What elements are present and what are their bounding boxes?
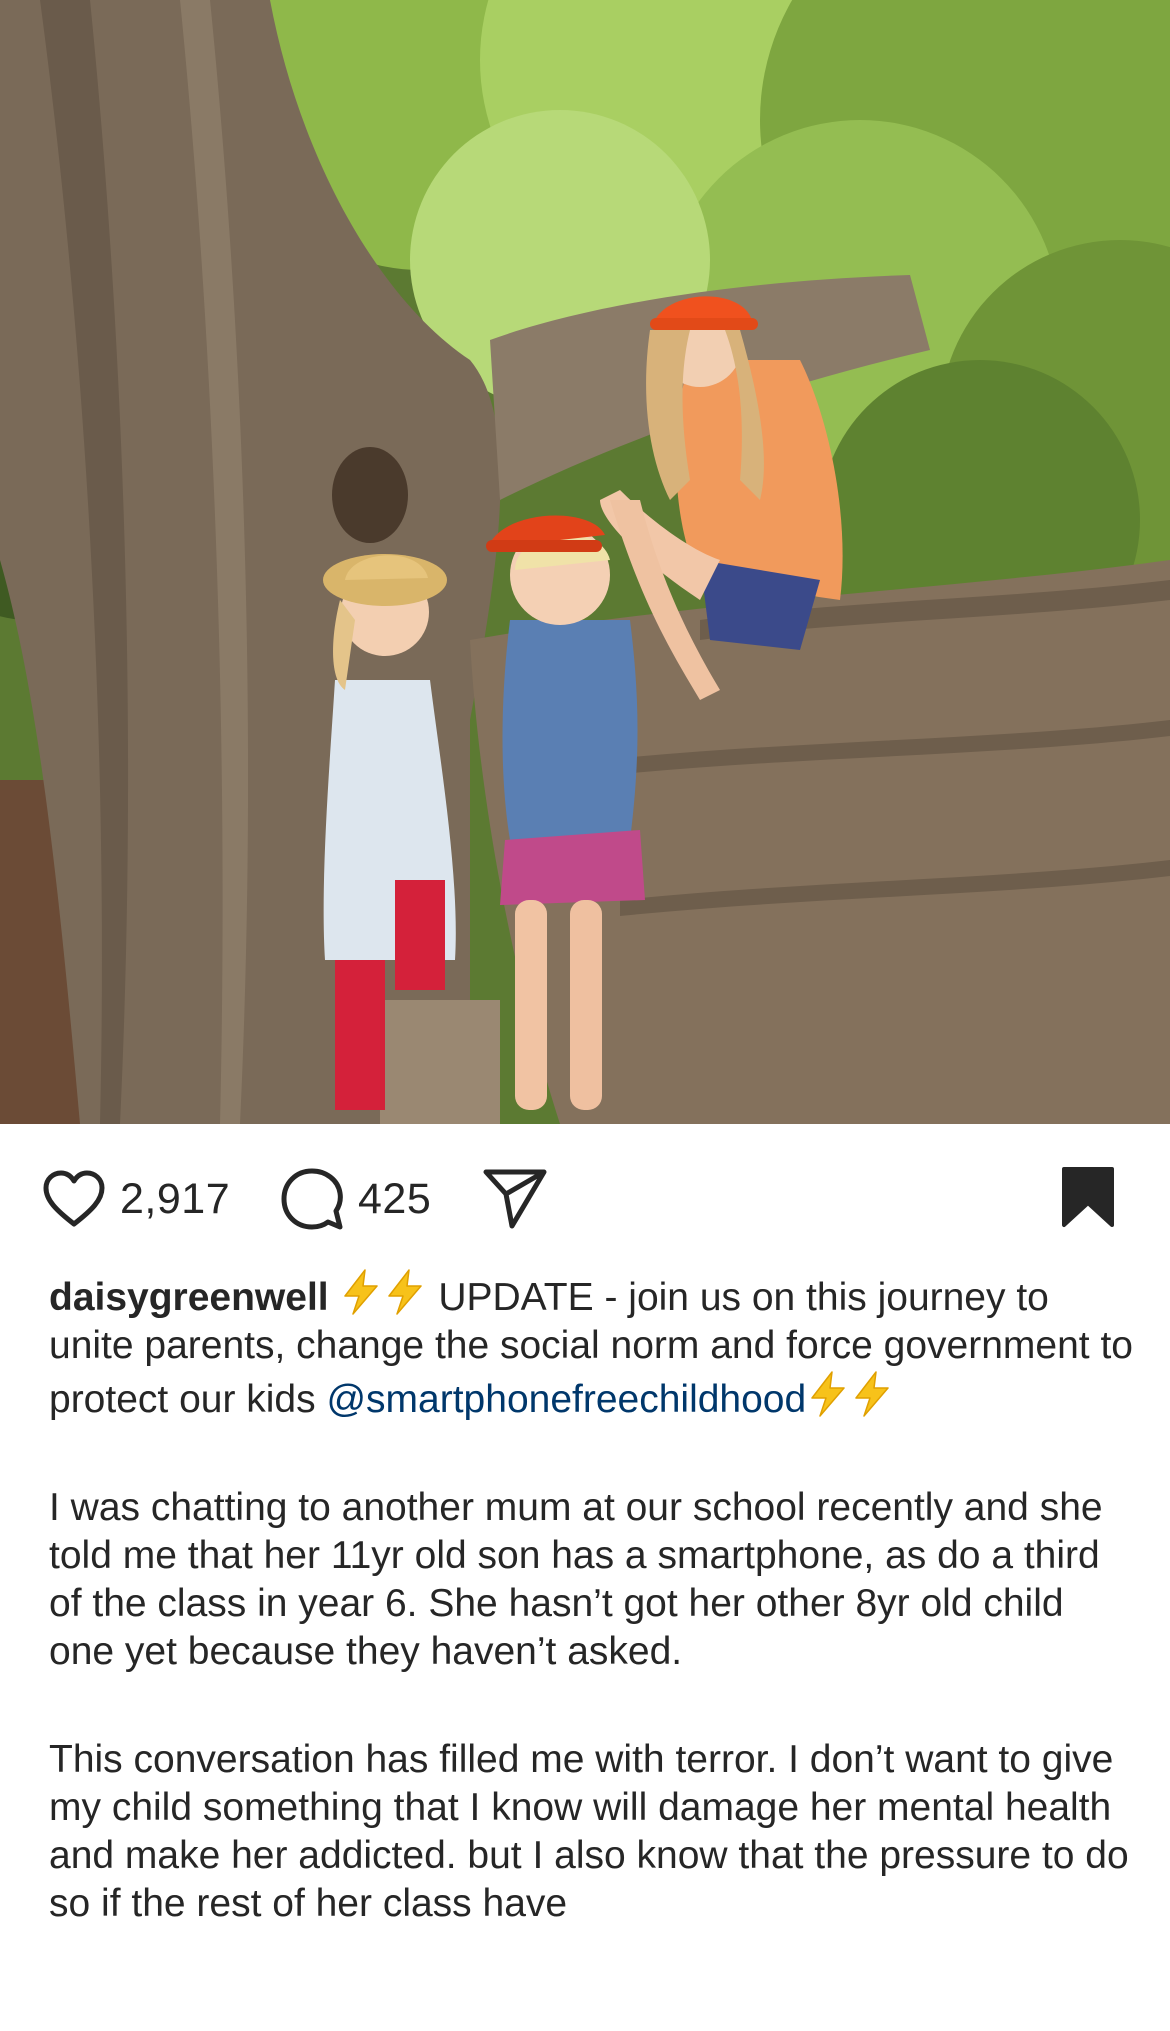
like-action: 2,917 — [42, 1166, 230, 1232]
caption-intro: daisygreenwell UPDATE - join us on this … — [49, 1268, 1134, 1424]
mention-link[interactable]: @smartphonefreechildhood — [326, 1378, 806, 1421]
share-action — [482, 1166, 548, 1232]
post-caption: daisygreenwell UPDATE - join us on this … — [49, 1268, 1134, 1928]
comment-bubble-icon[interactable] — [280, 1167, 344, 1231]
save-action — [1060, 1164, 1116, 1230]
author-username[interactable]: daisygreenwell — [49, 1276, 329, 1319]
high-voltage-emoji-icon — [811, 1371, 845, 1417]
post-photo[interactable] — [0, 0, 1170, 1124]
heart-outline-icon[interactable] — [42, 1170, 106, 1228]
comment-action: 425 — [280, 1166, 431, 1232]
high-voltage-emoji-icon — [855, 1371, 889, 1417]
like-count[interactable]: 2,917 — [120, 1175, 230, 1224]
bookmark-filled-icon[interactable] — [1060, 1165, 1116, 1229]
paper-plane-icon[interactable] — [482, 1168, 548, 1230]
high-voltage-emoji-icon — [344, 1269, 379, 1315]
caption-paragraph-2: This conversation has filled me with ter… — [49, 1738, 1129, 1925]
caption-paragraph-1: I was chatting to another mum at our sch… — [49, 1486, 1103, 1673]
high-voltage-emoji-icon — [388, 1269, 423, 1315]
photo-illustration — [0, 0, 1170, 1124]
comment-count[interactable]: 425 — [358, 1175, 431, 1224]
post-action-bar: 2,917 425 — [0, 1124, 1170, 1264]
